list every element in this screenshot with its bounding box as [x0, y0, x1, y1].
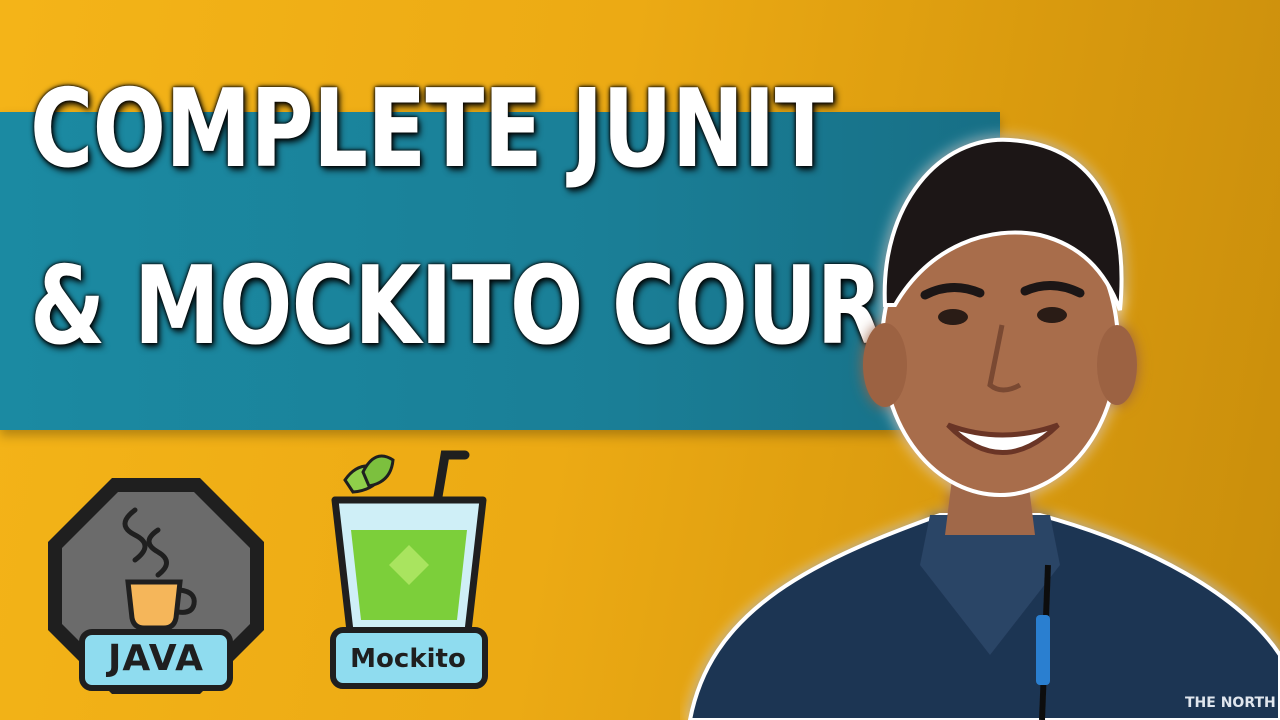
- jacket-logo: THE NORTH FACE: [1185, 695, 1280, 711]
- mockito-label: Mockito: [350, 644, 466, 674]
- mojito-glass-icon: [331, 450, 487, 644]
- java-label: JAVA: [107, 638, 205, 679]
- presenter-photo: THE NORTH FACE: [687, 137, 1280, 720]
